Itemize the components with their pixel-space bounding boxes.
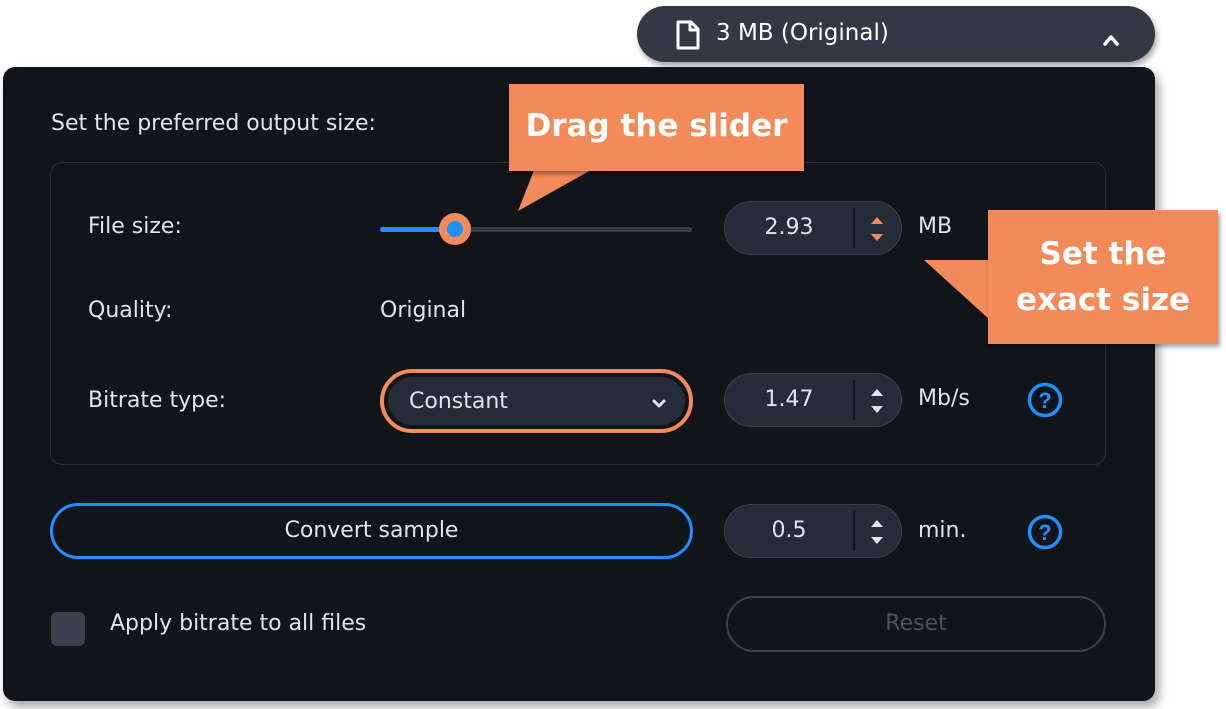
file-size-stepper[interactable] xyxy=(856,202,901,254)
callout-drag-slider: Drag the slider xyxy=(509,84,804,171)
file-size-slider[interactable] xyxy=(380,213,692,245)
callout-line: exact size xyxy=(1015,282,1191,318)
decrement-arrow-icon[interactable] xyxy=(871,537,883,544)
file-icon xyxy=(675,20,701,56)
apply-bitrate-label[interactable]: Apply bitrate to all files xyxy=(110,611,366,636)
file-size-spinbox[interactable]: 2.93 xyxy=(724,201,902,255)
bitrate-unit: Mb/s xyxy=(918,386,970,411)
slider-thumb[interactable] xyxy=(438,213,471,245)
bitrate-spinbox[interactable]: 1.47 xyxy=(724,373,902,427)
apply-bitrate-checkbox[interactable] xyxy=(51,612,85,646)
help-icon[interactable]: ? xyxy=(1027,382,1063,418)
file-size-label: File size: xyxy=(88,214,182,239)
help-icon[interactable]: ? xyxy=(1027,514,1063,550)
sample-length-unit: min. xyxy=(918,518,967,543)
convert-sample-button[interactable]: Convert sample xyxy=(50,503,693,559)
svg-text:?: ? xyxy=(1038,520,1051,545)
quality-label: Quality: xyxy=(88,298,173,323)
bitrate-value[interactable]: 1.47 xyxy=(725,387,853,412)
callout-pointer xyxy=(518,165,600,211)
svg-text:?: ? xyxy=(1038,388,1051,413)
reset-button[interactable]: Reset xyxy=(726,596,1106,652)
chevron-up-icon xyxy=(1102,27,1120,53)
decrement-arrow-icon[interactable] xyxy=(871,406,883,413)
callout-line: Set the xyxy=(1039,236,1167,272)
increment-arrow-icon[interactable] xyxy=(871,217,883,224)
spinbox-divider xyxy=(853,511,855,551)
file-size-value[interactable]: 2.93 xyxy=(725,215,853,240)
output-size-toggle[interactable]: 3 MB (Original) xyxy=(637,6,1155,62)
output-size-label: 3 MB (Original) xyxy=(716,20,889,46)
sample-length-value[interactable]: 0.5 xyxy=(725,518,853,543)
bitrate-type-selected: Constant xyxy=(409,389,508,414)
chevron-down-icon xyxy=(651,395,667,414)
bitrate-stepper[interactable] xyxy=(856,374,901,426)
dropdown-field[interactable]: Constant xyxy=(388,377,685,425)
sample-length-stepper[interactable] xyxy=(856,505,901,557)
spinbox-divider xyxy=(853,380,855,420)
file-size-unit: MB xyxy=(918,214,953,239)
sample-length-spinbox[interactable]: 0.5 xyxy=(724,504,902,558)
increment-arrow-icon[interactable] xyxy=(871,520,883,527)
decrement-arrow-icon[interactable] xyxy=(871,234,883,241)
increment-arrow-icon[interactable] xyxy=(871,389,883,396)
quality-value: Original xyxy=(380,298,467,323)
spinbox-divider xyxy=(853,208,855,248)
callout-pointer xyxy=(924,260,990,320)
bitrate-type-label: Bitrate type: xyxy=(88,388,227,413)
panel-title: Set the preferred output size: xyxy=(51,111,376,136)
callout-set-exact-size: Set the exact size xyxy=(988,210,1218,344)
bitrate-type-dropdown[interactable]: Constant xyxy=(380,369,693,433)
